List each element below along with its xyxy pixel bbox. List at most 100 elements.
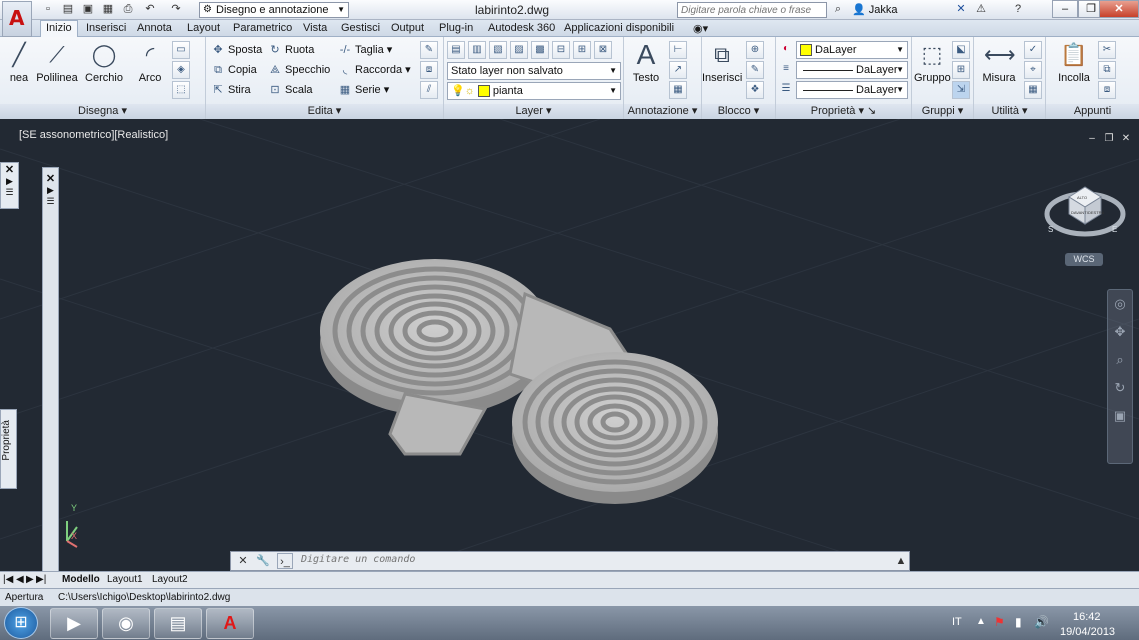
viewcube[interactable]: ALTO DAVANTI DESTRA S E bbox=[1044, 169, 1126, 244]
linea-button[interactable]: ╱ nea bbox=[4, 40, 34, 84]
layer-match-icon[interactable]: ⊞ bbox=[573, 41, 591, 59]
quick-select-icon[interactable]: ✓ bbox=[1024, 41, 1042, 59]
layer-freeze-icon[interactable]: ▨ bbox=[510, 41, 528, 59]
arco-button[interactable]: ◜ Arco bbox=[132, 40, 168, 84]
maze-model[interactable] bbox=[310, 249, 730, 514]
group-edit-icon[interactable]: ⊞ bbox=[952, 61, 970, 79]
tab-annota[interactable]: Annota bbox=[137, 22, 172, 34]
tab-vista[interactable]: Vista bbox=[303, 22, 327, 34]
ribbon-toggle-icon[interactable]: ◉▾ bbox=[693, 22, 708, 35]
layer-state-select[interactable]: Stato layer non salvato ▼ bbox=[447, 62, 621, 80]
tab-modello[interactable]: Modello bbox=[62, 574, 100, 585]
palette-menu-icon[interactable]: ☰ bbox=[43, 196, 58, 207]
region-icon[interactable]: ⬚ bbox=[172, 81, 190, 99]
tab-inizio[interactable]: Inizio bbox=[40, 20, 78, 38]
ungroup-icon[interactable]: ⬕ bbox=[952, 41, 970, 59]
user-signin[interactable]: 👤 Jakka bbox=[852, 3, 898, 16]
start-button[interactable]: ⊞ bbox=[4, 607, 38, 639]
properties-palette-tab[interactable]: Proprietà bbox=[0, 409, 17, 489]
linetype-select[interactable]: DaLayer ▼ bbox=[796, 61, 908, 79]
tab-nav-first-icon[interactable]: |◀ bbox=[3, 574, 13, 585]
copy-link-icon[interactable]: ⧈ bbox=[1098, 81, 1116, 99]
command-history-icon[interactable]: ▲ bbox=[893, 553, 909, 569]
close-icon[interactable]: ✕ bbox=[1, 163, 18, 176]
gruppo-button[interactable]: ⬚ Gruppo bbox=[914, 40, 951, 84]
showmotion-icon[interactable]: ▣ bbox=[1108, 408, 1132, 430]
layer-lock-icon[interactable]: ⊟ bbox=[552, 41, 570, 59]
help-icon[interactable]: ? bbox=[1010, 2, 1026, 17]
copy-clip-icon[interactable]: ⧉ bbox=[1098, 61, 1116, 79]
autohide-icon[interactable]: ▶ bbox=[1, 176, 18, 187]
raccorda-button[interactable]: ◟ Raccorda ▾ bbox=[338, 61, 411, 79]
zoom-icon[interactable]: ⌕ bbox=[1108, 352, 1132, 374]
scala-button[interactable]: ⊡ Scala bbox=[268, 81, 312, 99]
layer-state-icon[interactable]: ▥ bbox=[468, 41, 486, 59]
hatch-icon[interactable]: ◈ bbox=[172, 61, 190, 79]
incolla-button[interactable]: 📋 Incolla bbox=[1054, 40, 1094, 84]
wcs-menu[interactable]: WCS bbox=[1065, 253, 1103, 266]
testo-button[interactable]: A Testo bbox=[628, 40, 664, 85]
search-icon[interactable]: ⌕ bbox=[830, 2, 846, 17]
taskbar-autocad[interactable]: A bbox=[206, 608, 254, 639]
redo-icon[interactable]: ↷ bbox=[168, 2, 184, 17]
tab-layout2[interactable]: Layout2 bbox=[152, 574, 188, 585]
workspace-select[interactable]: ⚙ Disegno e annotazione ▼ bbox=[199, 2, 349, 18]
sposta-button[interactable]: ✥ Sposta bbox=[211, 41, 262, 59]
tab-nav-next-icon[interactable]: ▶ bbox=[26, 574, 34, 585]
tab-layout1[interactable]: Layout1 bbox=[107, 574, 143, 585]
left-dock-strip[interactable]: ✕ ▶ ☰ bbox=[0, 162, 19, 209]
select-all-icon[interactable]: ⌖ bbox=[1024, 61, 1042, 79]
panel-title-disegna[interactable]: Disegna ▾ bbox=[0, 104, 205, 119]
stira-button[interactable]: ⇱ Stira bbox=[211, 81, 250, 99]
panel-title-gruppi[interactable]: Gruppi ▾ bbox=[912, 104, 973, 119]
command-input[interactable] bbox=[301, 554, 881, 565]
viewport-minimize-icon[interactable]: – bbox=[1085, 133, 1099, 145]
tray-flag-icon[interactable]: ⚑ bbox=[994, 615, 1005, 629]
ruota-button[interactable]: ↻ Ruota bbox=[268, 41, 314, 59]
taskbar-media-player[interactable]: ▶ bbox=[50, 608, 98, 639]
inserisci-button[interactable]: ⧉ Inserisci bbox=[702, 40, 742, 84]
layer-isolate-icon[interactable]: ▧ bbox=[489, 41, 507, 59]
cut-icon[interactable]: ✂ bbox=[1098, 41, 1116, 59]
save-icon[interactable]: ▣ bbox=[80, 2, 96, 17]
tab-layout[interactable]: Layout bbox=[187, 22, 220, 34]
panel-title-edita[interactable]: Edita ▾ bbox=[206, 104, 443, 119]
viewport-label[interactable]: [SE assonometrico][Realistico] bbox=[19, 129, 168, 141]
palette-autohide-icon[interactable]: ▶ bbox=[43, 185, 58, 196]
specchio-button[interactable]: ⟁ Specchio bbox=[268, 61, 330, 79]
volume-icon[interactable]: 🔊 bbox=[1034, 615, 1049, 629]
polilinea-button[interactable]: ⟋ Polilinea bbox=[36, 40, 78, 84]
stay-connected-icon[interactable]: ⚠ bbox=[973, 2, 989, 17]
panel-title-proprieta[interactable]: Proprietà ▾ ↘ bbox=[776, 104, 911, 119]
create-block-icon[interactable]: ⊕ bbox=[746, 41, 764, 59]
current-layer-select[interactable]: 💡☼ pianta ▼ bbox=[447, 82, 621, 100]
viewport-close-icon[interactable]: ✕ bbox=[1119, 133, 1133, 145]
undo-icon[interactable]: ↶ bbox=[142, 2, 158, 17]
tab-applicazioni[interactable]: Applicazioni disponibili bbox=[564, 22, 674, 34]
offset-icon[interactable]: ⫽ bbox=[420, 81, 438, 99]
cerchio-button[interactable]: ◯ Cerchio bbox=[84, 40, 124, 84]
tab-nav-last-icon[interactable]: ▶| bbox=[36, 574, 46, 585]
command-prompt-icon[interactable]: ›_ bbox=[277, 553, 293, 569]
attribute-icon[interactable]: ❖ bbox=[746, 81, 764, 99]
tab-output[interactable]: Output bbox=[391, 22, 424, 34]
orbit-icon[interactable]: ↻ bbox=[1108, 380, 1132, 402]
open-folder-icon[interactable]: ▤ bbox=[60, 2, 76, 17]
table-icon[interactable]: ▦ bbox=[669, 81, 687, 99]
group-select-icon[interactable]: ⇲ bbox=[952, 81, 970, 99]
tray-expand-icon[interactable]: ▲ bbox=[976, 616, 986, 627]
serie-button[interactable]: ▦ Serie ▾ bbox=[338, 81, 389, 99]
layer-off-icon[interactable]: ▩ bbox=[531, 41, 549, 59]
layer-walk-icon[interactable]: ⊠ bbox=[594, 41, 612, 59]
taskbar-explorer[interactable]: ▤ bbox=[154, 608, 202, 639]
panel-title-blocco[interactable]: Blocco ▾ bbox=[702, 104, 775, 119]
minimize-button[interactable]: – bbox=[1052, 0, 1078, 18]
leader-icon[interactable]: ↗ bbox=[669, 61, 687, 79]
explode-icon[interactable]: ⧈ bbox=[420, 61, 438, 79]
palette-menu-icon[interactable]: ☰ bbox=[1, 187, 18, 198]
dimension-icon[interactable]: ⊢ bbox=[669, 41, 687, 59]
exchange-icon[interactable]: ✕ bbox=[953, 2, 969, 17]
copia-button[interactable]: ⧉ Copia bbox=[211, 61, 257, 79]
save-as-icon[interactable]: ▦ bbox=[100, 2, 116, 17]
panel-title-utilita[interactable]: Utilità ▾ bbox=[974, 104, 1045, 119]
